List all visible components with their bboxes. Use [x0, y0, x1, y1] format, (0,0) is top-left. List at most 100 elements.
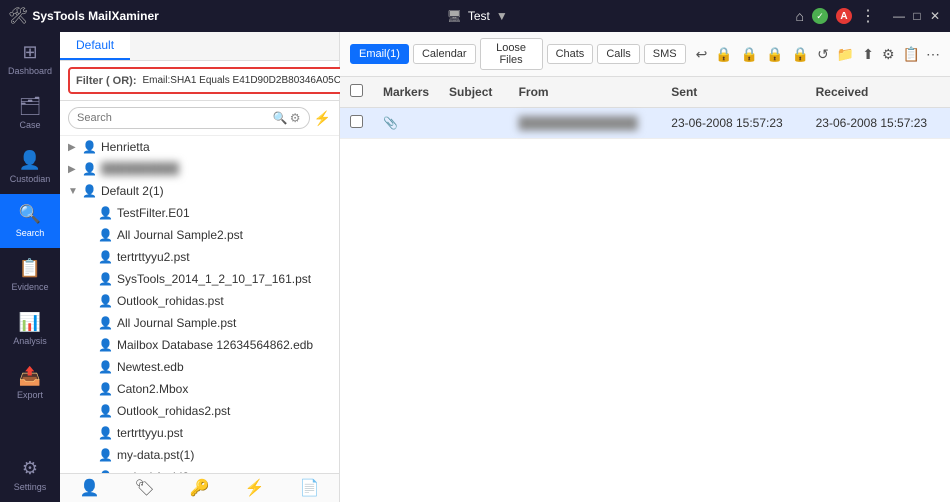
- row-sent: 23-06-2008 15:57:23: [661, 108, 805, 139]
- table-row[interactable]: 📎 ██████████████ 23-06-2008 15:57:23 23-…: [340, 108, 950, 139]
- tree-item-outlook1-old2[interactable]: 👤 outlook1-old2.ost: [60, 466, 339, 473]
- tree-item-outlook-rohidas2[interactable]: 👤 Outlook_rohidas2.pst: [60, 400, 339, 422]
- tree-item-label: Mailbox Database 12634564862.edb: [117, 338, 313, 352]
- header-markers[interactable]: Markers: [373, 77, 439, 108]
- chevron-right-icon: ▶: [68, 164, 78, 175]
- header-received[interactable]: Received: [806, 77, 950, 108]
- user-icon: 👤: [98, 404, 113, 418]
- lock4-icon[interactable]: 🔒: [790, 44, 811, 65]
- sidebar-label-analysis: Analysis: [13, 336, 47, 346]
- tree-item-blurred1[interactable]: ▶ 👤 ██████████: [60, 158, 339, 180]
- tree-item-henrietta[interactable]: ▶ 👤 Henrietta: [60, 136, 339, 158]
- gear-icon[interactable]: ⚙: [880, 44, 897, 65]
- sidebar-item-export[interactable]: 📤 Export: [0, 356, 60, 410]
- more-icon[interactable]: ⋯: [926, 46, 940, 63]
- user-icon: 👤: [98, 448, 113, 462]
- evidence-icon: 📋: [19, 258, 41, 279]
- sidebar-label-custodian: Custodian: [10, 174, 51, 184]
- tree-item-label: All Journal Sample2.pst: [117, 228, 243, 242]
- filter-icon-button[interactable]: ⚡: [314, 110, 331, 127]
- close-button[interactable]: ✕: [928, 9, 942, 23]
- maximize-button[interactable]: □: [910, 9, 924, 23]
- tree-item-default2[interactable]: ▼ 👤 Default 2(1): [60, 180, 339, 202]
- table-header: Markers Subject From Sent Received: [340, 77, 950, 108]
- refresh-icon[interactable]: ↺: [815, 44, 831, 65]
- export-icon: 📤: [19, 366, 41, 387]
- sidebar-bottom: ⚙ Settings: [0, 448, 60, 502]
- tree-item-tertrttyyu[interactable]: 👤 tertrttyyu.pst: [60, 422, 339, 444]
- calendar-type-button[interactable]: Calendar: [413, 44, 476, 64]
- chevron-right-icon: ▶: [68, 142, 78, 153]
- sms-type-button[interactable]: SMS: [644, 44, 686, 64]
- footer-tag-icon[interactable]: 🏷: [134, 478, 154, 498]
- tab-default[interactable]: Default: [60, 32, 130, 60]
- window-controls: — □ ✕: [892, 9, 942, 23]
- tree-item-alljournal2[interactable]: 👤 All Journal Sample2.pst: [60, 224, 339, 246]
- calls-type-button[interactable]: Calls: [597, 44, 639, 64]
- reply-icon[interactable]: ↩: [694, 44, 710, 65]
- menu-icon[interactable]: ⋮: [860, 6, 876, 26]
- tree-item-mailboxdb[interactable]: 👤 Mailbox Database 12634564862.edb: [60, 334, 339, 356]
- tree-item-newtest[interactable]: 👤 Newtest.edb: [60, 356, 339, 378]
- dropdown-arrow-icon[interactable]: ▼: [496, 9, 508, 23]
- tree-item-label: my-data.pst(1): [117, 448, 194, 462]
- upload-icon[interactable]: ⬆: [860, 44, 876, 65]
- search-bar: 🔍 ⚙ ⚡: [60, 101, 339, 136]
- chats-type-button[interactable]: Chats: [547, 44, 594, 64]
- tree-item-mydata[interactable]: 👤 my-data.pst(1): [60, 444, 339, 466]
- sidebar-item-custodian[interactable]: 👤 Custodian: [0, 140, 60, 194]
- sidebar-item-settings[interactable]: ⚙ Settings: [0, 448, 60, 502]
- tree-item-caton2[interactable]: 👤 Caton2.Mbox: [60, 378, 339, 400]
- footer-user-icon[interactable]: 👤: [80, 478, 100, 498]
- folder-icon[interactable]: 📁: [835, 44, 856, 65]
- footer-doc-icon[interactable]: 📄: [300, 478, 320, 498]
- case-icon: 🗂: [19, 96, 42, 117]
- sidebar-item-evidence[interactable]: 📋 Evidence: [0, 248, 60, 302]
- tree-item-label: Caton2.Mbox: [117, 382, 188, 396]
- right-toolbar: Email(1) Calendar Loose Files Chats Call…: [340, 32, 950, 77]
- user-icon: 👤: [98, 360, 113, 374]
- sidebar-item-analysis[interactable]: 📊 Analysis: [0, 302, 60, 356]
- search-input[interactable]: [77, 112, 273, 124]
- clipboard-icon[interactable]: 📋: [901, 44, 922, 65]
- search-icon[interactable]: 🔍: [273, 111, 288, 125]
- header-from[interactable]: From: [509, 77, 662, 108]
- tree-item-outlook-rohidas[interactable]: 👤 Outlook_rohidas.pst: [60, 290, 339, 312]
- tree-item-label-blurred: ██████████: [101, 163, 179, 175]
- tree-item-label: tertrttyyu.pst: [117, 426, 183, 440]
- header-sent[interactable]: Sent: [661, 77, 805, 108]
- row-checkbox[interactable]: [350, 115, 363, 128]
- home-icon[interactable]: ⌂: [796, 8, 804, 24]
- lock1-icon[interactable]: 🔒: [713, 44, 734, 65]
- email-type-button[interactable]: Email(1): [350, 44, 409, 64]
- lock2-icon[interactable]: 🔒: [739, 44, 760, 65]
- sidebar-item-case[interactable]: 🗂 Case: [0, 86, 60, 140]
- footer-key-icon[interactable]: 🔑: [190, 478, 210, 498]
- tree-item-alljournal[interactable]: 👤 All Journal Sample.pst: [60, 312, 339, 334]
- settings-icon: ⚙: [22, 458, 38, 479]
- lock3-icon[interactable]: 🔒: [764, 44, 785, 65]
- dashboard-icon: ⊞: [22, 42, 37, 63]
- footer-filter-icon[interactable]: ⚡: [245, 478, 265, 498]
- tree-item-systools2014[interactable]: 👤 SysTools_2014_1_2_10_17_161.pst: [60, 268, 339, 290]
- tree-item-testfilter[interactable]: 👤 TestFilter.E01: [60, 202, 339, 224]
- row-from-blurred: ██████████████: [519, 116, 638, 130]
- header-subject[interactable]: Subject: [439, 77, 509, 108]
- analysis-icon: 📊: [19, 312, 41, 333]
- user-icon: 👤: [98, 272, 113, 286]
- tabs-bar: Default: [60, 32, 339, 61]
- chevron-down-icon: ▼: [68, 186, 78, 197]
- user-icon: 👤: [98, 316, 113, 330]
- loose-files-type-button[interactable]: Loose Files: [480, 38, 543, 70]
- filter-bar: Filter ( OR): Email:SHA1 Equals E41D90D2…: [60, 61, 339, 101]
- select-all-checkbox[interactable]: [350, 84, 363, 97]
- tree-container: ▶ 👤 Henrietta ▶ 👤 ██████████ ▼ 👤 Default…: [60, 136, 339, 473]
- user-avatar[interactable]: A: [836, 8, 852, 24]
- title-bar-center: 🖥 Test ▼: [159, 9, 796, 23]
- search-settings-icon[interactable]: ⚙: [290, 111, 301, 125]
- sidebar-label-settings: Settings: [14, 482, 47, 492]
- sidebar-item-search[interactable]: 🔍 Search: [0, 194, 60, 248]
- minimize-button[interactable]: —: [892, 9, 906, 23]
- tree-item-tertrttyyu2[interactable]: 👤 tertrttyyu2.pst: [60, 246, 339, 268]
- sidebar-item-dashboard[interactable]: ⊞ Dashboard: [0, 32, 60, 86]
